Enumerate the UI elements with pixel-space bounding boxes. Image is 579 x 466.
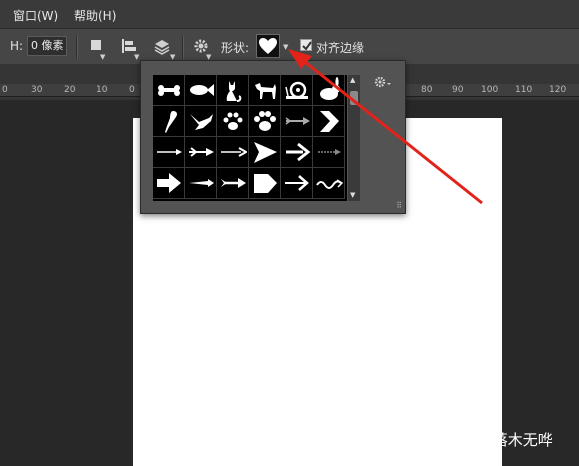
watermark: 知乎 @落木无哗 (443, 431, 553, 449)
annotation-arrow (288, 49, 483, 205)
annotation-arrow-shaft (299, 56, 483, 205)
